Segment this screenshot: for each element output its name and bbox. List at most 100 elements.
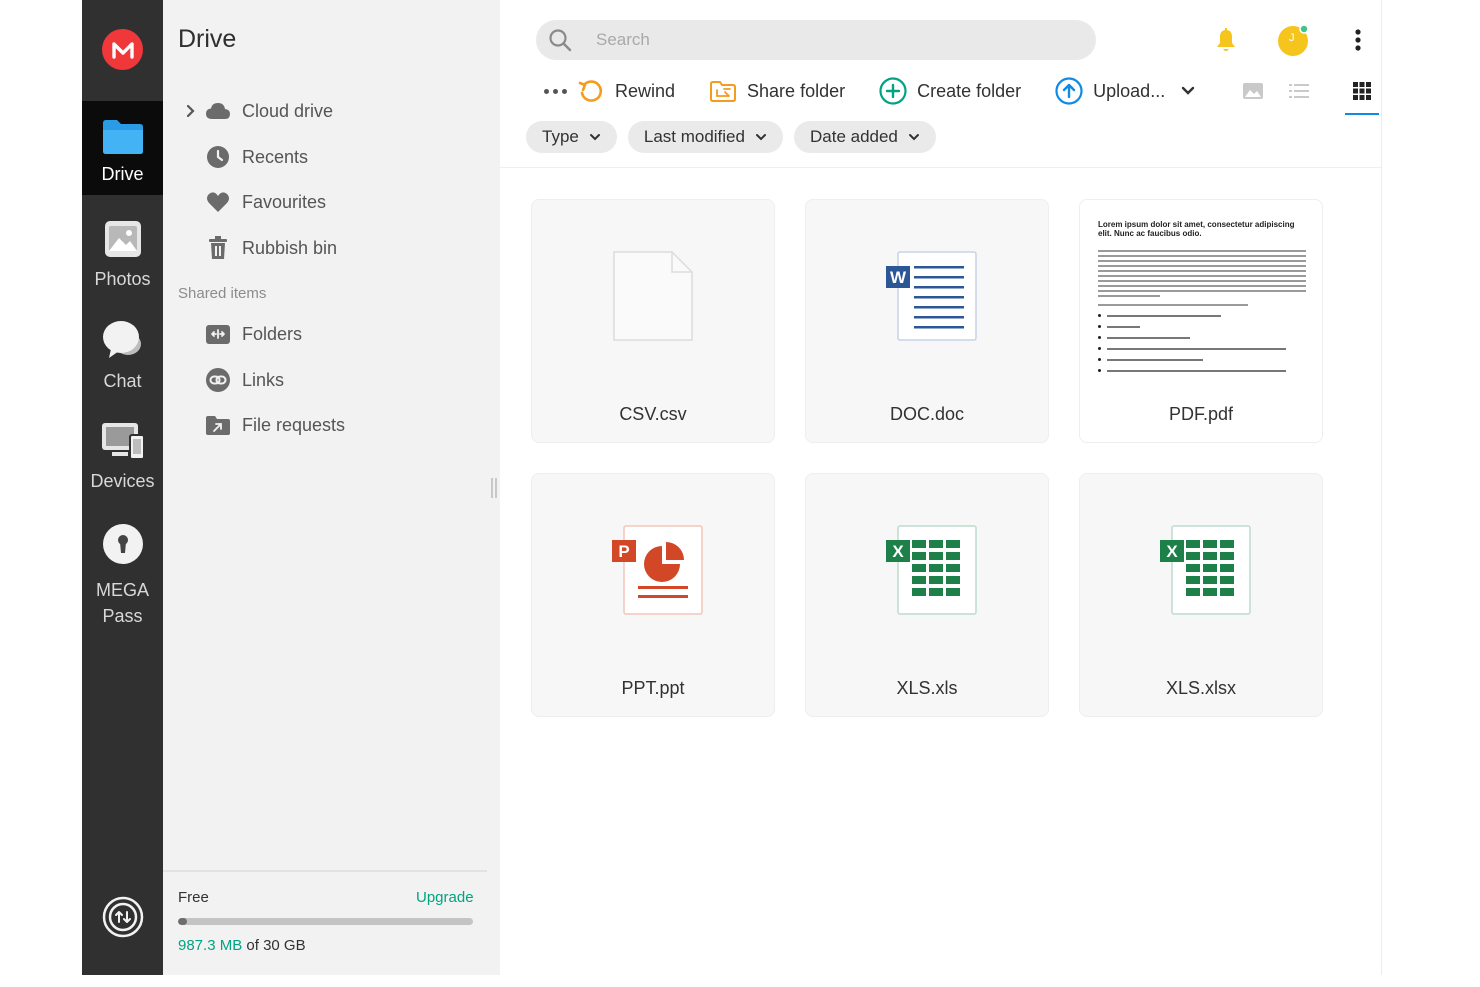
file-card[interactable]: CSV.csv: [531, 199, 775, 443]
sidebar-item-recents[interactable]: Recents: [205, 142, 308, 172]
bell-icon[interactable]: [1208, 22, 1244, 58]
rewind-label: Rewind: [615, 80, 676, 101]
share-folder-icon: [709, 77, 737, 105]
file-card[interactable]: X XLS.xls: [805, 473, 1049, 717]
storage-total: of 30 GB: [242, 937, 306, 954]
rail-item-drive[interactable]: Drive: [82, 101, 163, 195]
avatar[interactable]: J: [1275, 22, 1311, 58]
keyhole-icon: [102, 523, 144, 565]
type-filter-label: Type: [542, 127, 579, 146]
type-filter[interactable]: Type: [526, 121, 617, 153]
svg-text:X: X: [1166, 542, 1178, 561]
sidebar-item-label: Rubbish bin: [242, 237, 338, 258]
drive-sidebar: Drive Cloud drive Recents Favourites Rub…: [163, 0, 500, 975]
sidebar-item-label: Cloud drive: [242, 100, 334, 121]
chevron-down-icon: [908, 133, 920, 141]
excel-file-icon: X: [1160, 524, 1251, 616]
upload-label: Upload...: [1093, 80, 1166, 101]
sidebar-item-cloud-drive[interactable]: Cloud drive: [181, 96, 333, 126]
share-folder-button[interactable]: Share folder: [709, 77, 845, 105]
search-icon: [548, 28, 572, 52]
rail-item-label: Drive: [101, 164, 144, 184]
excel-file-icon: X: [886, 524, 977, 616]
divider: [500, 167, 1382, 168]
rail-item-chat[interactable]: Chat: [82, 318, 163, 398]
upgrade-link[interactable]: Upgrade: [416, 889, 474, 906]
sidebar-item-links[interactable]: Links: [205, 365, 284, 395]
create-folder-button[interactable]: Create folder: [879, 77, 1021, 105]
upload-options-dropdown[interactable]: [1181, 86, 1195, 96]
storage-bar: [178, 918, 473, 925]
clock-icon: [205, 144, 231, 170]
chat-icon: [101, 318, 145, 362]
sidebar-item-label: Favourites: [242, 191, 327, 212]
file-card[interactable]: W DOC.doc: [805, 199, 1049, 443]
grid-view-icon[interactable]: [1345, 76, 1379, 115]
plan-label: Free: [178, 889, 209, 906]
plus-circle-icon: [879, 77, 907, 105]
file-name: PDF.pdf: [1168, 404, 1234, 424]
svg-text:W: W: [890, 268, 907, 287]
list-view-icon[interactable]: [1283, 76, 1315, 106]
storage-usage: 987.3 MB of 30 GB: [178, 937, 306, 954]
upload-button[interactable]: Upload...: [1055, 77, 1165, 105]
csv-file-icon: [612, 250, 694, 342]
devices-icon: [100, 420, 146, 462]
sidebar-item-label: Recents: [242, 146, 309, 167]
folder-icon: [101, 117, 145, 155]
file-card[interactable]: X XLS.xlsx: [1079, 473, 1323, 717]
transfer-manager-icon[interactable]: [102, 896, 144, 938]
powerpoint-file-icon: P: [612, 524, 703, 616]
avatar-initial: J: [1289, 32, 1295, 44]
rewind-icon: [577, 77, 605, 105]
last-modified-label: Last modified: [643, 127, 745, 146]
rail-item-label: Devices: [90, 471, 155, 491]
rail-item-label: MEGA: [95, 580, 149, 600]
word-doc-icon: W: [886, 250, 977, 342]
date-added-filter[interactable]: Date added: [793, 121, 936, 153]
sidebar-item-label: Folders: [242, 323, 303, 344]
media-view-icon[interactable]: [1237, 76, 1269, 106]
file-name: DOC.doc: [889, 404, 965, 424]
mega-logo-icon[interactable]: [102, 29, 143, 70]
chevron-right-icon[interactable]: [181, 104, 201, 118]
trash-icon: [205, 235, 231, 261]
file-request-icon: [205, 412, 231, 438]
search-bar[interactable]: [536, 20, 1096, 60]
heart-icon: [205, 189, 231, 215]
sidebar-item-favourites[interactable]: Favourites: [205, 187, 326, 217]
toolbar: Rewind Share folder Create folder Upload…: [544, 74, 1195, 108]
rail-item-label: Photos: [94, 269, 151, 289]
file-card[interactable]: P PPT.ppt: [531, 473, 775, 717]
search-input[interactable]: [596, 30, 1056, 50]
sidebar-title: Drive: [178, 25, 237, 53]
last-modified-filter[interactable]: Last modified: [627, 121, 783, 153]
shared-folder-icon: [205, 321, 231, 347]
sidebar-item-label: Links: [242, 369, 285, 390]
sidebar-item-file-requests[interactable]: File requests: [205, 410, 345, 440]
app-rail: Drive Photos Chat Devices MEGA Pass: [82, 0, 163, 975]
file-card[interactable]: Lorem ipsum dolor sit amet, consectetur …: [1079, 199, 1323, 443]
filter-chips: Type Last modified Date added: [526, 121, 947, 153]
rail-item-label-line2: Pass: [102, 606, 143, 626]
rail-item-devices[interactable]: Devices: [82, 420, 163, 500]
shared-items-heading: Shared items: [178, 285, 267, 302]
file-name: XLS.xlsx: [1165, 678, 1237, 698]
file-name: XLS.xls: [896, 678, 958, 698]
more-actions-icon[interactable]: [544, 88, 567, 94]
chevron-down-icon: [589, 133, 601, 141]
sidebar-item-rubbish-bin[interactable]: Rubbish bin: [205, 233, 337, 263]
main-content: J Rewind Share folder: [500, 0, 1382, 975]
file-name: CSV.csv: [619, 404, 687, 424]
rewind-button[interactable]: Rewind: [577, 77, 675, 105]
rail-item-photos[interactable]: Photos: [82, 216, 163, 296]
rail-item-mega-pass[interactable]: MEGA Pass: [82, 521, 163, 626]
vertical-dots-icon[interactable]: [1340, 22, 1376, 58]
svg-text:X: X: [892, 542, 904, 561]
link-icon: [205, 367, 231, 393]
date-added-label: Date added: [809, 127, 898, 146]
sidebar-item-label: File requests: [242, 414, 346, 435]
sidebar-resize-handle[interactable]: [491, 478, 497, 498]
upload-icon: [1055, 77, 1083, 105]
sidebar-item-shared-folders[interactable]: Folders: [205, 319, 302, 349]
